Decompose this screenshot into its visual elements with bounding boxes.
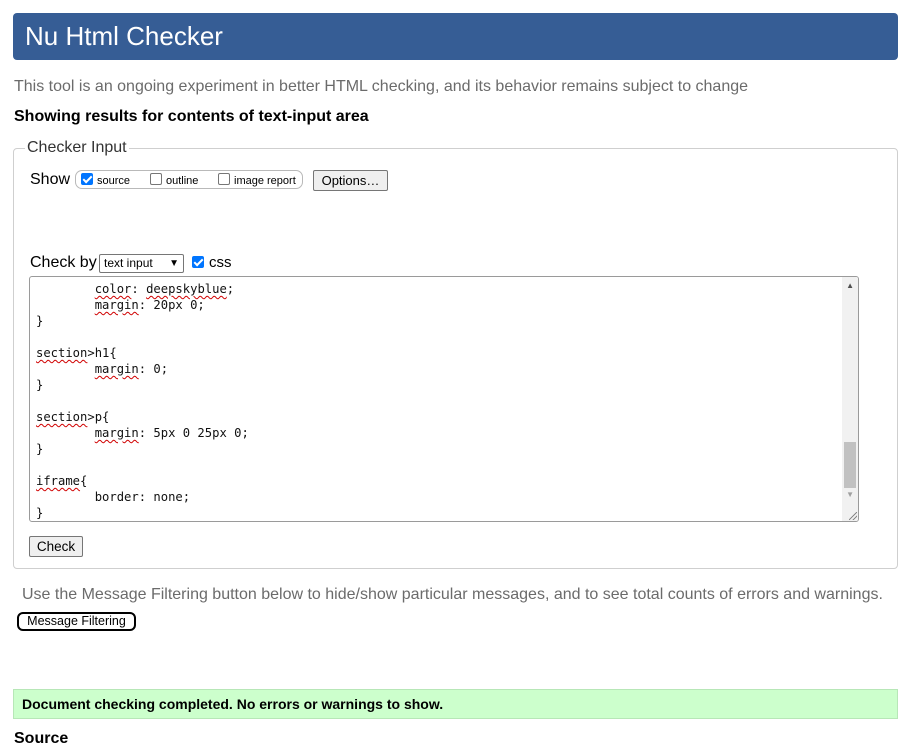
results-heading: Showing results for contents of text-inp… (14, 108, 369, 125)
page-title: Nu Html Checker (25, 21, 223, 51)
source-checkbox[interactable] (81, 173, 93, 185)
code-line: } (36, 314, 44, 328)
show-label: Show (30, 171, 71, 188)
code-line: section>h1{ (36, 346, 117, 360)
image-report-checkbox[interactable] (218, 173, 230, 185)
source-heading: Source (14, 730, 69, 747)
checker-input-legend: Checker Input (25, 139, 129, 157)
scroll-up-arrow-icon[interactable]: ▲ (846, 281, 854, 290)
css-checkbox[interactable] (192, 256, 204, 268)
code-line: margin: 20px 0; (94, 298, 205, 312)
app-header: Nu Html Checker (13, 13, 898, 60)
message-filtering-button[interactable]: Message Filtering (17, 612, 136, 631)
code-line: border: none; (36, 490, 191, 504)
check-by-select-value: text input (104, 256, 153, 270)
source-textarea[interactable]: color: deepskyblue; margin: 20px 0; } se… (29, 276, 859, 522)
scrollbar-thumb[interactable] (844, 442, 856, 488)
check-by-label: Check by (30, 254, 97, 271)
code-line: } (36, 378, 44, 392)
code-line: margin: 0; (94, 362, 169, 376)
source-checkbox-label[interactable]: source (97, 175, 130, 187)
check-by-select[interactable]: text input ▼ (99, 254, 184, 273)
status-message: Document checking completed. No errors o… (13, 689, 898, 719)
code-line: color: deepskyblue; (94, 282, 235, 296)
options-button[interactable]: Options… (313, 170, 388, 191)
outline-checkbox-label[interactable]: outline (166, 175, 198, 187)
textarea-scrollbar[interactable]: ▲ ▼ (842, 277, 858, 521)
code-line: } (36, 442, 44, 456)
filter-note: Use the Message Filtering button below t… (22, 586, 883, 603)
code-line: iframe{ (36, 474, 88, 488)
css-checkbox-label[interactable]: css (209, 254, 232, 271)
image-report-checkbox-label[interactable]: image report (234, 175, 296, 187)
check-button[interactable]: Check (29, 536, 83, 557)
intro-text: This tool is an ongoing experiment in be… (14, 78, 749, 95)
code-line: section>p{ (36, 410, 110, 424)
status-message-text: Document checking completed. No errors o… (22, 696, 444, 712)
code-line: } (36, 506, 44, 520)
outline-checkbox[interactable] (150, 173, 162, 185)
chevron-down-icon: ▼ (169, 258, 179, 269)
code-line: margin: 5px 0 25px 0; (94, 426, 249, 440)
resize-handle-icon[interactable] (849, 512, 857, 520)
scroll-down-arrow-icon[interactable]: ▼ (846, 490, 854, 499)
